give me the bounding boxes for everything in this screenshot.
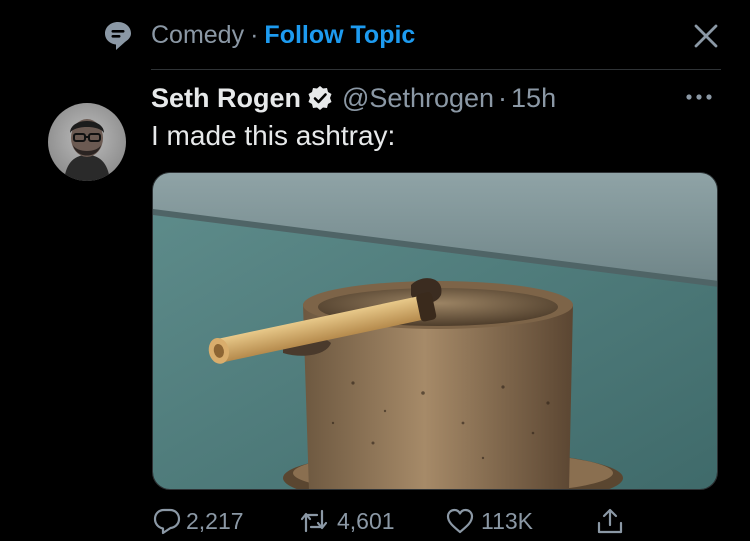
tweet-text: I made this ashtray: <box>151 120 396 151</box>
follow-topic-button[interactable]: Follow Topic <box>264 21 415 49</box>
like-button[interactable]: 113K <box>444 506 533 536</box>
topic-separator: · <box>250 21 259 49</box>
reply-button[interactable]: 2,217 <box>153 506 244 536</box>
avatar-photo <box>48 103 126 181</box>
retweet-button[interactable]: 4,601 <box>296 506 395 536</box>
reply-icon <box>153 508 181 535</box>
heart-icon <box>446 508 474 534</box>
share-icon <box>597 508 623 534</box>
avatar[interactable] <box>48 103 126 181</box>
verified-badge-icon <box>308 86 332 110</box>
topic-speech-icon <box>105 22 131 50</box>
tweet-timestamp[interactable]: 15h <box>511 83 556 114</box>
share-button[interactable] <box>596 506 624 536</box>
retweet-icon <box>300 509 328 533</box>
author-handle[interactable]: @Sethrogen <box>342 83 494 114</box>
handle-time-separator: · <box>498 82 508 113</box>
tweet-header: Seth Rogen @Sethrogen · 15h <box>151 80 556 116</box>
like-count: 113K <box>481 507 534 534</box>
more-horizontal-icon[interactable] <box>682 86 716 108</box>
tweet-photo[interactable] <box>152 172 718 490</box>
ashtray-photo <box>153 173 717 489</box>
tweet-actions: 2,217 4,601 113K <box>0 500 750 541</box>
topic-line: Comedy · Follow Topic <box>151 20 415 50</box>
reply-count: 2,217 <box>186 507 244 534</box>
topic-divider <box>151 69 721 70</box>
retweet-count: 4,601 <box>337 507 395 534</box>
topic-bar: Comedy · Follow Topic <box>0 0 750 70</box>
author-name[interactable]: Seth Rogen <box>151 83 301 114</box>
topic-name[interactable]: Comedy <box>151 21 244 49</box>
close-icon[interactable] <box>692 22 720 50</box>
